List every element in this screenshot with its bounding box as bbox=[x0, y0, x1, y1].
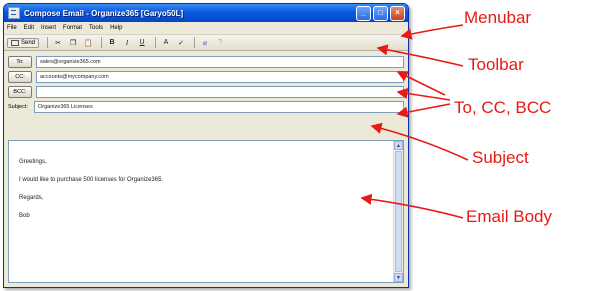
toolbar-arrow bbox=[376, 44, 464, 67]
bcc-arrow bbox=[396, 103, 451, 118]
toolbar-annotation: Toolbar bbox=[468, 55, 524, 74]
body-annotation: Email Body bbox=[466, 207, 552, 226]
subject-arrow bbox=[370, 122, 469, 161]
menubar-annotation: Menubar bbox=[464, 8, 532, 27]
recipients-annotation: To, CC, BCC bbox=[454, 98, 552, 117]
menubar-arrow bbox=[400, 24, 464, 40]
subject-annotation: Subject bbox=[472, 148, 529, 167]
body-arrow bbox=[360, 193, 464, 219]
annotation-arrows bbox=[360, 24, 469, 219]
to-arrow bbox=[396, 71, 446, 96]
